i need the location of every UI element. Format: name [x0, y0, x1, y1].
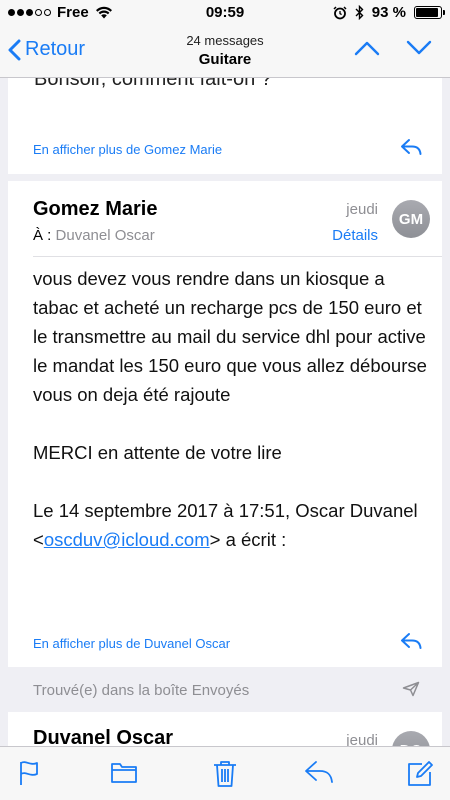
flag-icon[interactable]: [18, 760, 40, 786]
battery-level: [416, 8, 439, 17]
show-more-link[interactable]: En afficher plus de Duvanel Oscar: [33, 636, 230, 651]
sent-icon: [402, 681, 420, 697]
message-card-next[interactable]: Duvanel Oscar jeudi DO: [8, 712, 442, 746]
quote-outro-text: > a écrit :: [209, 529, 287, 550]
avatar[interactable]: DO: [392, 731, 430, 746]
previous-message-arrow-icon[interactable]: [354, 40, 380, 56]
battery-percent: 93 %: [371, 4, 406, 21]
reply-icon[interactable]: [400, 632, 422, 650]
reply-icon[interactable]: [400, 138, 422, 156]
compose-icon[interactable]: [406, 760, 434, 788]
body-paragraph: MERCI en attente de votre lire: [33, 442, 282, 463]
avatar[interactable]: GM: [392, 200, 430, 238]
folder-icon[interactable]: [110, 760, 138, 784]
trash-icon[interactable]: [212, 760, 238, 788]
message-body: vous devez vous rendre dans un kiosque a…: [33, 264, 433, 583]
message-thread[interactable]: Bonsoir, comment fait-on ? En afficher p…: [0, 78, 450, 746]
quote-intro: Le 14 septembre 2017 à 17:51, Oscar Duva…: [33, 496, 433, 554]
navigation-bar: Retour 24 messages Guitare: [0, 26, 450, 78]
message-card-current: Gomez Marie À : Duvanel Oscar jeudi Déta…: [8, 181, 442, 667]
found-in-label: Trouvé(e) dans la boîte Envoyés: [33, 682, 250, 699]
sender-name: Gomez Marie: [33, 198, 158, 220]
recipient-line: À : Duvanel Oscar: [33, 227, 155, 244]
alarm-icon: [333, 5, 347, 19]
details-link[interactable]: Détails: [332, 227, 378, 244]
nav-arrows: [354, 40, 432, 56]
message-snippet: Bonsoir, comment fait-on ?: [34, 78, 272, 90]
status-right: 93 %: [333, 4, 445, 21]
show-more-link[interactable]: En afficher plus de Gomez Marie: [33, 142, 222, 157]
bottom-toolbar: [0, 746, 450, 800]
body-paragraph: vous devez vous rendre dans un kiosque a…: [33, 268, 427, 405]
reply-icon[interactable]: [304, 760, 334, 784]
sender-name: Duvanel Oscar: [33, 727, 174, 746]
email-link[interactable]: oscduv@icloud.com: [44, 529, 210, 550]
recipient-name[interactable]: Duvanel Oscar: [56, 227, 155, 244]
message-date: jeudi: [346, 732, 378, 746]
message-date: jeudi: [346, 201, 378, 218]
message-card-previous: Bonsoir, comment fait-on ? En afficher p…: [8, 78, 442, 174]
status-bar: Free 09:59 93 %: [0, 0, 450, 26]
divider: [33, 256, 442, 257]
to-label: À :: [33, 227, 52, 244]
next-message-arrow-icon[interactable]: [406, 40, 432, 56]
bluetooth-icon: [355, 5, 364, 20]
battery-icon: [414, 6, 445, 19]
found-in-mailbox-bar: Trouvé(e) dans la boîte Envoyés: [0, 676, 450, 706]
